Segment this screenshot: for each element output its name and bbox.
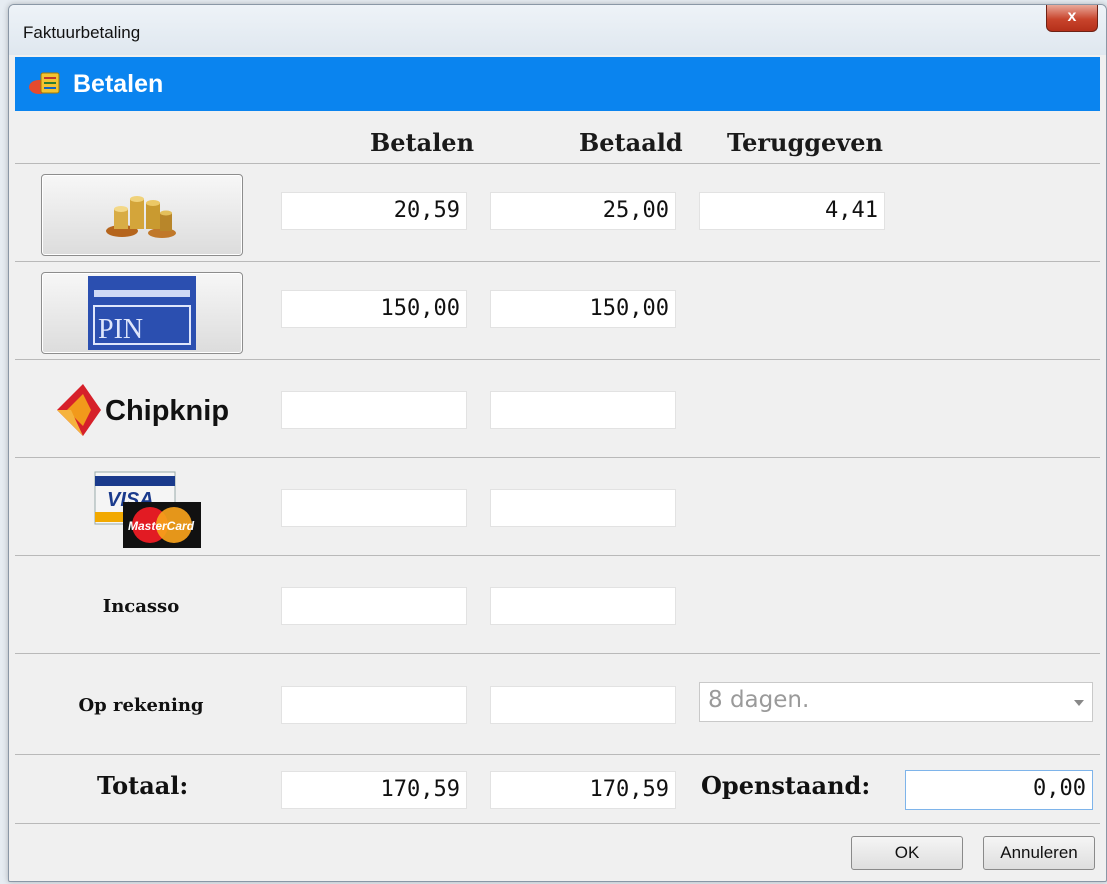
coins-icon [106,196,176,238]
contant-betaald-input[interactable]: 25,00 [490,192,676,230]
header-bar: Betalen [15,57,1100,111]
op-rekening-label: Op rekening [78,695,204,716]
totaal-betalen-field: 170,59 [281,771,467,809]
op-rekening-betalen-input[interactable] [281,686,467,724]
creditcard-betaald-input[interactable] [490,489,676,527]
column-header-teruggeven: Teruggeven [727,128,883,157]
dialog-button-bar: OK Annuleren [15,823,1100,876]
pin-logo-text: PIN [98,314,143,345]
incasso-betaald-input[interactable] [490,587,676,625]
pin-betaald-input[interactable]: 150,00 [490,290,676,328]
payment-term-value: 8 dagen. [708,687,810,713]
window-title: Faktuurbetaling [23,23,141,42]
payment-content: Betalen Betaald Teruggeven 20,59 25,00 4… [15,111,1100,823]
totaal-betaald-field: 170,59 [490,771,676,809]
openstaand-field: 0,00 [905,770,1093,810]
contant-teruggeven-field: 4,41 [699,192,885,230]
mastercard-logo-text: MasterCard [128,519,195,533]
payment-term-dropdown[interactable]: 8 dagen. [699,682,1093,722]
chipknip-logo-icon[interactable]: Chipknip [53,380,233,440]
totaal-label: Totaal: [97,771,189,800]
payment-dialog: Faktuurbetaling x Betalen Betalen Betaal… [8,4,1107,882]
column-header-betaald: Betaald [579,128,683,157]
close-icon: x [1067,8,1077,25]
row-creditcard: VISA MasterCard [15,457,1100,555]
openstaand-label: Openstaand: [701,771,871,800]
contant-betalen-input[interactable]: 20,59 [281,192,467,230]
header-title: Betalen [73,70,164,98]
incasso-label: Incasso [102,596,180,617]
payment-icon [29,72,60,94]
chevron-down-icon [1074,700,1084,706]
close-button[interactable]: x [1046,5,1098,32]
pin-card-icon: PIN [88,276,196,350]
row-incasso: Incasso [15,555,1100,653]
cancel-button[interactable]: Annuleren [983,836,1095,870]
row-contant: 20,59 25,00 4,41 [15,163,1100,261]
row-op-rekening: Op rekening 8 dagen. [15,653,1100,751]
totals-row: Totaal: 170,59 170,59 Openstaand: 0,00 [15,754,1100,824]
incasso-betalen-input[interactable] [281,587,467,625]
ok-button[interactable]: OK [851,836,963,870]
row-pin: PIN 150,00 150,00 [15,261,1100,359]
row-chipknip: Chipknip [15,359,1100,457]
column-header-betalen: Betalen [370,128,475,157]
pin-betalen-input[interactable]: 150,00 [281,290,467,328]
title-bar: Faktuurbetaling x [9,5,1106,55]
pin-button[interactable]: PIN [41,272,243,354]
chipknip-betaald-input[interactable] [490,391,676,429]
chipknip-betalen-input[interactable] [281,391,467,429]
visa-mastercard-logo-icon[interactable]: VISA MasterCard [93,468,203,550]
cash-button[interactable] [41,174,243,256]
op-rekening-betaald-input[interactable] [490,686,676,724]
chipknip-logo-text: Chipknip [105,395,229,427]
creditcard-betalen-input[interactable] [281,489,467,527]
